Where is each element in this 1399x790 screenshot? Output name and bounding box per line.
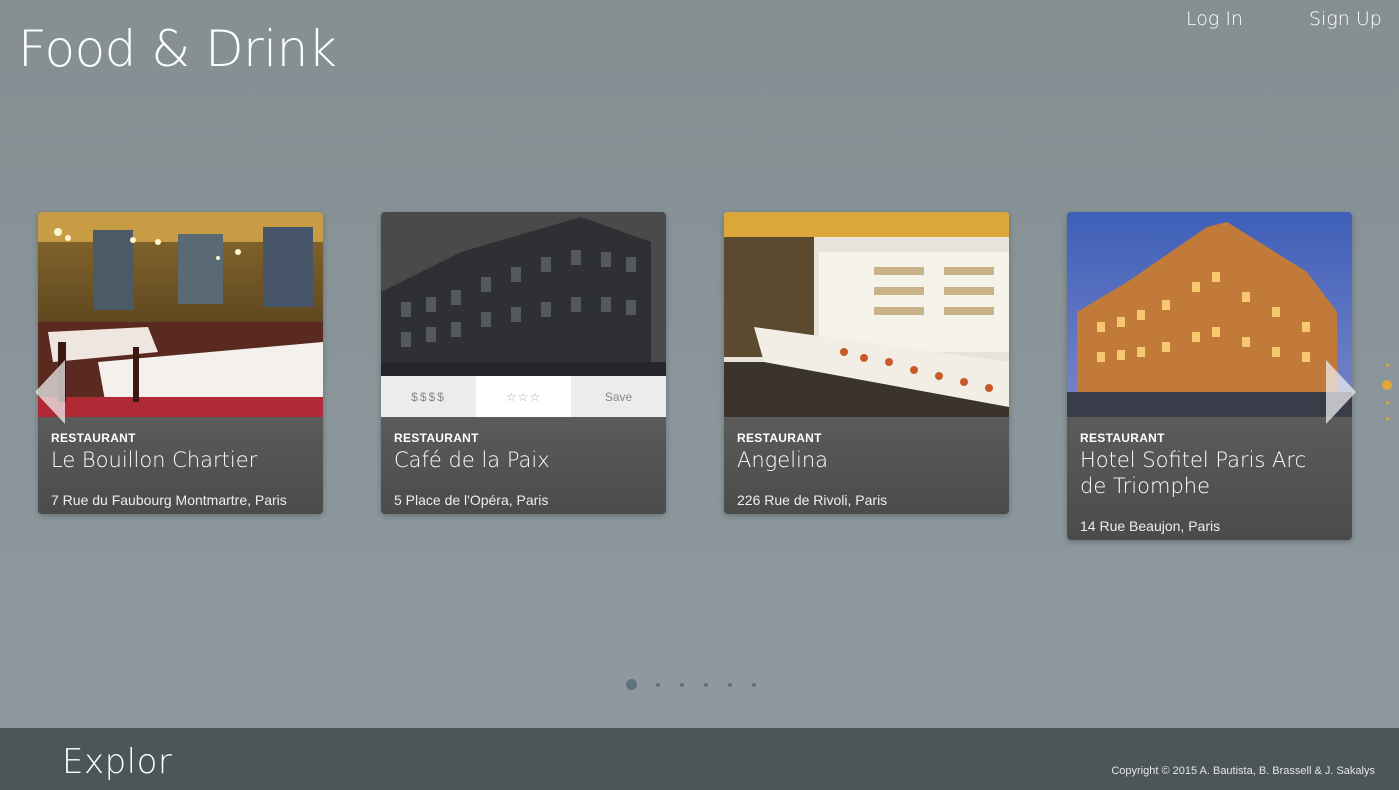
card-image-restaurant-interior[interactable] <box>38 212 323 417</box>
card-name[interactable]: Le Bouillon Chartier <box>51 447 310 473</box>
place-card-2[interactable]: $$$$ ☆☆☆ Save RESTAURANT Café de la Paix… <box>381 212 666 514</box>
footer: Explor Copyright © 2015 A. Bautista, B. … <box>0 728 1399 790</box>
copyright-text: Copyright © 2015 A. Bautista, B. Brassel… <box>1111 765 1375 777</box>
card-name[interactable]: Hotel Sofitel Paris Arc de Triomphe <box>1080 447 1339 499</box>
carousel-pagination <box>626 679 776 690</box>
card-image-building-facade[interactable]: $$$$ ☆☆☆ Save <box>381 212 666 417</box>
page-dot[interactable] <box>728 682 732 687</box>
carousel-next-arrow-icon[interactable] <box>1326 360 1356 424</box>
save-button[interactable]: Save <box>571 376 666 417</box>
card-address: 7 Rue du Faubourg Montmartre, Paris <box>51 492 287 508</box>
page-dot[interactable] <box>752 682 756 687</box>
explor-logo[interactable]: Explor <box>62 742 172 782</box>
login-link[interactable]: Log In <box>1186 8 1243 30</box>
card-type: RESTAURANT <box>394 431 479 445</box>
carousel-prev-arrow-icon[interactable] <box>35 360 65 424</box>
page-dot[interactable] <box>680 682 684 687</box>
page-dot[interactable] <box>656 682 660 687</box>
side-dot[interactable] <box>1385 417 1389 420</box>
side-dot[interactable] <box>1385 364 1389 367</box>
place-card-3[interactable]: RESTAURANT Angelina 226 Rue de Rivoli, P… <box>724 212 1009 514</box>
card-image-hotel-night[interactable] <box>1067 212 1352 417</box>
card-address: 5 Place de l'Opéra, Paris <box>394 492 549 508</box>
card-body: RESTAURANT Angelina 226 Rue de Rivoli, P… <box>724 417 1009 514</box>
side-dot-active[interactable] <box>1382 380 1392 390</box>
page-dot[interactable] <box>704 682 708 687</box>
card-name[interactable]: Angelina <box>737 447 996 473</box>
card-name[interactable]: Café de la Paix <box>394 447 653 473</box>
signup-link[interactable]: Sign Up <box>1309 8 1382 30</box>
place-card-4[interactable]: RESTAURANT Hotel Sofitel Paris Arc de Tr… <box>1067 212 1352 540</box>
card-type: RESTAURANT <box>1080 431 1165 445</box>
star-rating[interactable]: ☆☆☆ <box>476 376 571 417</box>
card-type: RESTAURANT <box>51 431 136 445</box>
card-type: RESTAURANT <box>737 431 822 445</box>
card-body: RESTAURANT Hotel Sofitel Paris Arc de Tr… <box>1067 417 1352 540</box>
card-hover-bar: $$$$ ☆☆☆ Save <box>381 376 666 417</box>
card-image-patisserie-interior[interactable] <box>724 212 1009 417</box>
page-dot-active[interactable] <box>626 679 637 690</box>
price-level: $$$$ <box>381 376 476 417</box>
card-body: RESTAURANT Café de la Paix 5 Place de l'… <box>381 417 666 514</box>
page-title: Food & Drink <box>18 20 337 78</box>
side-scroll-indicator[interactable] <box>1381 364 1393 420</box>
card-address: 226 Rue de Rivoli, Paris <box>737 492 888 508</box>
card-body: RESTAURANT Le Bouillon Chartier 7 Rue du… <box>38 417 323 514</box>
side-dot[interactable] <box>1385 401 1389 404</box>
card-address: 14 Rue Beaujon, Paris <box>1080 518 1221 534</box>
place-card-1[interactable]: RESTAURANT Le Bouillon Chartier 7 Rue du… <box>38 212 323 514</box>
